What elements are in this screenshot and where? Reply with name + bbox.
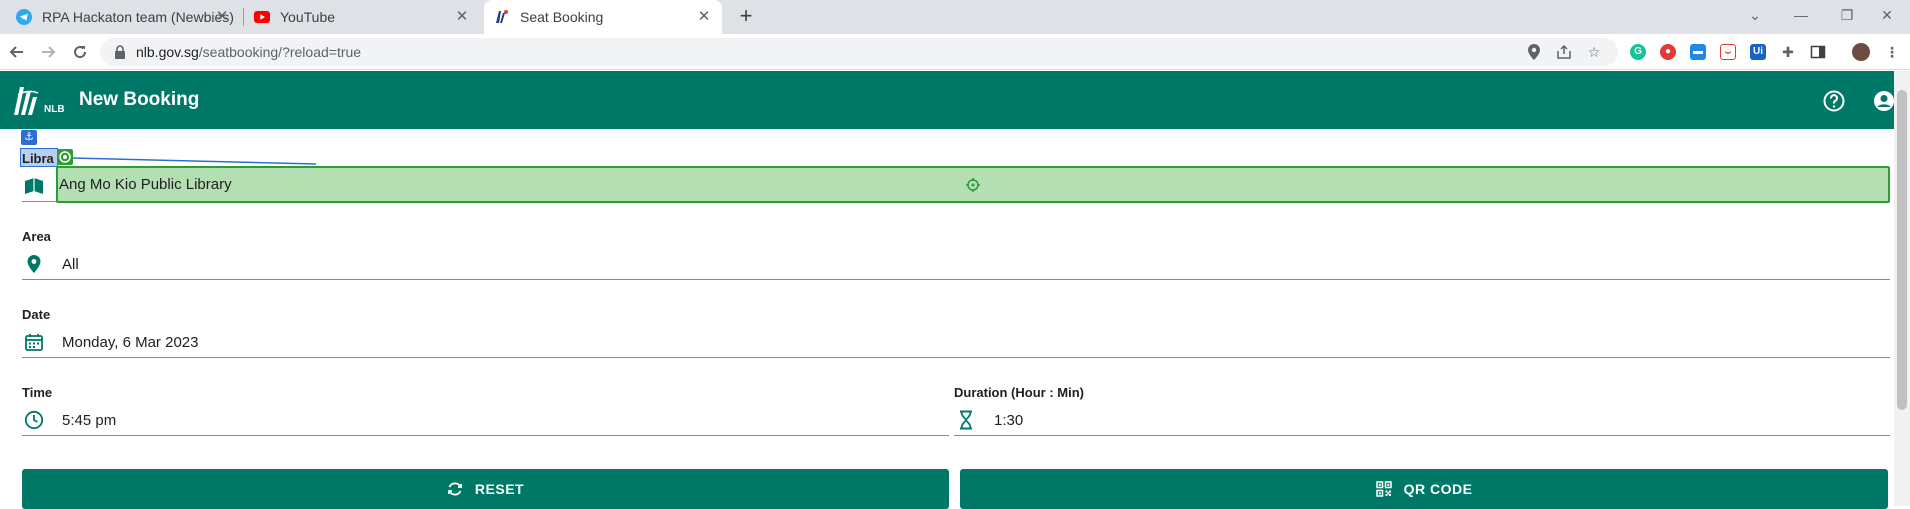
library-value: Ang Mo Kio Public Library: [59, 176, 232, 193]
reload-button[interactable]: [67, 39, 93, 65]
tab-title: RPA Hackaton team (Newbies): [42, 9, 234, 25]
extension-blue-icon[interactable]: ▬: [1690, 44, 1706, 60]
back-button[interactable]: [4, 39, 30, 65]
new-tab-button[interactable]: +: [734, 5, 758, 29]
url-host: nlb.gov.sg: [136, 44, 199, 60]
help-icon[interactable]: [1823, 90, 1845, 112]
library-label: Libra: [22, 151, 54, 166]
hourglass-icon: [956, 410, 976, 430]
account-icon[interactable]: [1873, 90, 1895, 112]
close-window-button[interactable]: ✕: [1864, 0, 1910, 30]
reset-label: RESET: [474, 481, 525, 497]
time-label: Time: [22, 385, 53, 400]
address-bar[interactable]: nlb.gov.sg/seatbooking/?reload=true ☆: [100, 38, 1618, 66]
qr-code-label: QR CODE: [1403, 481, 1473, 497]
tab-title: Seat Booking: [520, 9, 604, 25]
location-icon[interactable]: [1526, 44, 1542, 60]
lock-icon[interactable]: [114, 45, 126, 64]
clock-icon: [24, 410, 44, 430]
more-menu-icon[interactable]: ⋮: [1884, 44, 1900, 60]
qr-code-button[interactable]: QR CODE: [960, 469, 1888, 509]
anchor-icon: ⚓: [21, 130, 37, 145]
tab-telegram[interactable]: RPA Hackaton team (Newbies) ✕: [8, 0, 240, 34]
scrollbar-thumb[interactable]: [1897, 90, 1907, 410]
pocket-icon[interactable]: ⌣: [1720, 44, 1736, 60]
nlb-logo-icon: [14, 87, 39, 115]
close-tab-icon[interactable]: ✕: [696, 9, 712, 25]
back-arrow-icon: [9, 46, 23, 58]
side-panel-icon[interactable]: [1810, 44, 1826, 60]
close-tab-icon[interactable]: ✕: [454, 9, 470, 25]
url-path: /seatbooking/?reload=true: [198, 44, 362, 60]
uipath-icon[interactable]: Ui: [1750, 44, 1766, 60]
time-value: 5:45 pm: [62, 412, 117, 429]
book-icon: [24, 176, 44, 196]
area-value: All: [62, 256, 79, 273]
anchor-connector-line: [72, 157, 316, 165]
date-value: Monday, 6 Mar 2023: [62, 334, 199, 351]
reset-button[interactable]: RESET: [22, 469, 949, 509]
bookmark-star-icon[interactable]: ☆: [1586, 44, 1602, 60]
telegram-icon: [16, 9, 32, 25]
reload-icon: [74, 46, 87, 59]
nlb-logo[interactable]: NLB: [12, 85, 65, 117]
tab-seat-booking[interactable]: Seat Booking ✕: [484, 0, 722, 34]
adblock-icon[interactable]: ●: [1660, 44, 1676, 60]
profile-avatar[interactable]: [1852, 43, 1870, 61]
forward-arrow-icon: [42, 46, 56, 58]
refresh-icon: [448, 482, 462, 496]
minimize-button[interactable]: —: [1778, 0, 1824, 30]
youtube-icon: [254, 9, 270, 25]
area-label: Area: [22, 229, 51, 244]
duration-select[interactable]: 1:30: [954, 406, 1890, 436]
nlb-icon: [494, 9, 510, 25]
date-picker[interactable]: Monday, 6 Mar 2023: [22, 328, 1890, 358]
location-pin-icon: [24, 254, 44, 274]
browser-toolbar: nlb.gov.sg/seatbooking/?reload=true ☆ G …: [0, 34, 1910, 70]
url-text[interactable]: nlb.gov.sg/seatbooking/?reload=true: [136, 44, 361, 60]
logo-text: NLB: [44, 104, 65, 115]
duration-label: Duration (Hour : Min): [954, 385, 1084, 400]
target-icon: [57, 149, 73, 165]
grammarly-icon[interactable]: G: [1630, 44, 1646, 60]
close-tab-icon[interactable]: ✕: [214, 9, 230, 25]
page-title: New Booking: [79, 89, 200, 110]
calendar-icon: [24, 332, 44, 352]
qr-code-icon: [1375, 481, 1392, 497]
forward-button[interactable]: [35, 39, 61, 65]
area-select[interactable]: All: [22, 250, 1890, 280]
share-icon[interactable]: [1556, 44, 1572, 60]
tab-search-chevron-icon[interactable]: ⌄: [1732, 0, 1778, 30]
time-picker[interactable]: 5:45 pm: [22, 406, 949, 436]
duration-value: 1:30: [994, 412, 1024, 429]
puzzle-extensions-icon[interactable]: ✚: [1780, 44, 1796, 60]
tab-youtube[interactable]: YouTube ✕: [244, 0, 480, 34]
app-header: NLB New Booking: [0, 71, 1910, 129]
browser-tab-strip: RPA Hackaton team (Newbies) ✕ YouTube ✕ …: [0, 0, 1910, 34]
date-label: Date: [22, 307, 51, 322]
target-crosshair-icon: [966, 178, 980, 197]
tab-title: YouTube: [280, 9, 336, 25]
